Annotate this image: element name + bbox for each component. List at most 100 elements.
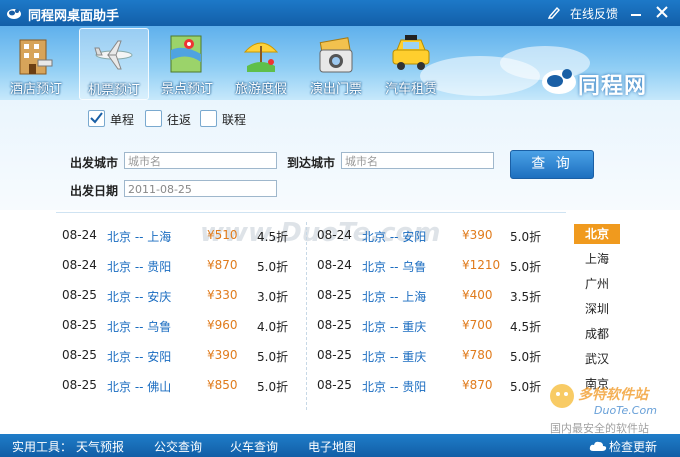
deal-discount: 5.0折 <box>510 380 542 394</box>
deal-row[interactable]: 08-25 北京 -- 乌鲁 ¥960 4.0折 <box>62 318 302 336</box>
tool-link-train[interactable]: 火车查询 <box>230 438 278 455</box>
tool-link-bus[interactable]: 公交查询 <box>154 438 202 455</box>
deal-discount: 5.0折 <box>510 350 542 364</box>
deal-discount: 3.0折 <box>257 290 289 304</box>
deal-discount: 5.0折 <box>510 230 542 244</box>
beach-icon <box>243 42 279 72</box>
flight-search-form: 单程 往返 联程 出发城市 城市名 到达城市 城市名 出发日期 2011-08-… <box>0 100 680 210</box>
deal-route: 北京 -- 安阳 <box>362 230 427 244</box>
status-bar: 实用工具： 天气预报 公交查询 火车查询 电子地图 检查更新 <box>0 434 680 457</box>
taxi-icon <box>392 35 430 70</box>
deal-discount: 5.0折 <box>257 260 289 274</box>
deal-route: 北京 -- 乌鲁 <box>107 320 172 334</box>
trip-option-label: 往返 <box>167 113 192 127</box>
checkbox[interactable] <box>145 110 162 127</box>
deal-route: 北京 -- 安庆 <box>107 290 172 304</box>
deal-price: ¥390 <box>462 228 493 242</box>
deal-price: ¥1210 <box>462 258 501 272</box>
deal-row[interactable]: 08-25 北京 -- 重庆 ¥700 4.5折 <box>317 318 567 336</box>
checkbox[interactable] <box>88 110 105 127</box>
city-item[interactable]: 成都 <box>574 324 620 344</box>
toolbar-label: 景点预订 <box>160 82 213 97</box>
deal-route: 北京 -- 重庆 <box>362 350 427 364</box>
deal-route: 北京 -- 贵阳 <box>362 380 427 394</box>
deal-date: 08-24 <box>317 228 352 242</box>
deal-price: ¥400 <box>462 288 493 302</box>
cloud-icon <box>589 441 607 451</box>
tool-link-weather[interactable]: 天气预报 <box>76 438 124 455</box>
deal-row[interactable]: 08-25 北京 -- 安庆 ¥330 3.0折 <box>62 288 302 306</box>
tools-label: 实用工具： <box>12 440 73 454</box>
deal-price: ¥330 <box>207 288 238 302</box>
deal-route: 北京 -- 佛山 <box>107 380 172 394</box>
to-city-input[interactable]: 城市名 <box>341 152 494 169</box>
from-city-input[interactable]: 城市名 <box>124 152 277 169</box>
deal-date: 08-24 <box>317 258 352 272</box>
close-icon[interactable] <box>654 5 670 19</box>
deal-row[interactable]: 08-25 北京 -- 贵阳 ¥870 5.0折 <box>317 378 567 396</box>
deal-price: ¥870 <box>207 258 238 272</box>
deal-date: 08-24 <box>62 258 97 272</box>
city-item[interactable]: 广州 <box>574 274 620 294</box>
city-item[interactable]: 武汉 <box>574 349 620 369</box>
deal-date: 08-25 <box>317 318 352 332</box>
to-city-label: 到达城市 <box>287 156 336 170</box>
brand-logo: 同程网 <box>540 62 675 102</box>
city-item[interactable]: 深圳 <box>574 299 620 319</box>
deal-row[interactable]: 08-25 北京 -- 重庆 ¥780 5.0折 <box>317 348 567 366</box>
deal-date: 08-24 <box>62 228 97 242</box>
check-update-link[interactable]: 检查更新 <box>609 438 657 455</box>
feedback-icon[interactable] <box>548 6 560 19</box>
deal-price: ¥510 <box>207 228 238 242</box>
toolbar-tickets[interactable]: 演出门票 <box>302 28 370 98</box>
date-label: 出发日期 <box>70 184 119 198</box>
app-logo-icon <box>7 9 21 19</box>
toolbar-vacation[interactable]: 旅游度假 <box>227 28 295 98</box>
city-item[interactable]: 上海 <box>574 249 620 269</box>
watermark-title: 多特软件站 <box>578 387 648 403</box>
deal-date: 08-25 <box>317 348 352 362</box>
deal-price: ¥390 <box>207 348 238 362</box>
trip-option-label: 单程 <box>110 113 135 127</box>
map-icon <box>170 35 202 73</box>
deal-row[interactable]: 08-25 北京 -- 安阳 ¥390 5.0折 <box>62 348 302 366</box>
feedback-link[interactable]: 在线反馈 <box>570 5 618 22</box>
deal-row[interactable]: 08-24 北京 -- 贵阳 ¥870 5.0折 <box>62 258 302 276</box>
tool-link-map[interactable]: 电子地图 <box>308 438 356 455</box>
deal-row[interactable]: 08-24 北京 -- 乌鲁 ¥1210 5.0折 <box>317 258 567 276</box>
column-separator <box>306 222 307 410</box>
toolbar-flight[interactable]: 机票预订 <box>79 28 149 100</box>
search-button[interactable]: 查 询 <box>510 150 594 179</box>
deal-date: 08-25 <box>317 378 352 392</box>
deal-discount: 5.0折 <box>257 350 289 364</box>
deal-date: 08-25 <box>62 348 97 362</box>
deal-price: ¥780 <box>462 348 493 362</box>
checkbox[interactable] <box>200 110 217 127</box>
deal-row[interactable]: 08-24 北京 -- 上海 ¥510 4.5折 <box>62 228 302 246</box>
deal-date: 08-25 <box>62 378 97 392</box>
deal-row[interactable]: 08-25 北京 -- 上海 ¥400 3.5折 <box>317 288 567 306</box>
minimize-icon[interactable] <box>628 5 644 19</box>
toolbar-label: 演出门票 <box>309 82 362 97</box>
hotel-icon <box>19 39 53 75</box>
toolbar-label: 机票预订 <box>87 83 140 98</box>
toolbar-scenic[interactable]: 景点预订 <box>153 28 221 98</box>
deal-route: 北京 -- 重庆 <box>362 320 427 334</box>
deal-row[interactable]: 08-24 北京 -- 安阳 ¥390 5.0折 <box>317 228 567 246</box>
from-city-label: 出发城市 <box>70 156 119 170</box>
deal-route: 北京 -- 贵阳 <box>107 260 172 274</box>
deal-price: ¥700 <box>462 318 493 332</box>
deal-route: 北京 -- 上海 <box>362 290 427 304</box>
deal-discount: 4.5折 <box>257 230 289 244</box>
deal-date: 08-25 <box>317 288 352 302</box>
toolbar-hotel[interactable]: 酒店预订 <box>2 28 70 98</box>
divider <box>56 212 566 213</box>
deal-row[interactable]: 08-25 北京 -- 佛山 ¥850 5.0折 <box>62 378 302 396</box>
deal-discount: 4.5折 <box>510 320 542 334</box>
city-item[interactable]: 北京 <box>574 224 620 244</box>
deal-discount: 5.0折 <box>257 380 289 394</box>
title-bar[interactable]: 同程网桌面助手 在线反馈 <box>0 0 680 26</box>
date-input[interactable]: 2011-08-25 <box>124 180 277 197</box>
deal-price: ¥850 <box>207 378 238 392</box>
toolbar-car-rental[interactable]: 汽车租赁 <box>377 28 445 98</box>
